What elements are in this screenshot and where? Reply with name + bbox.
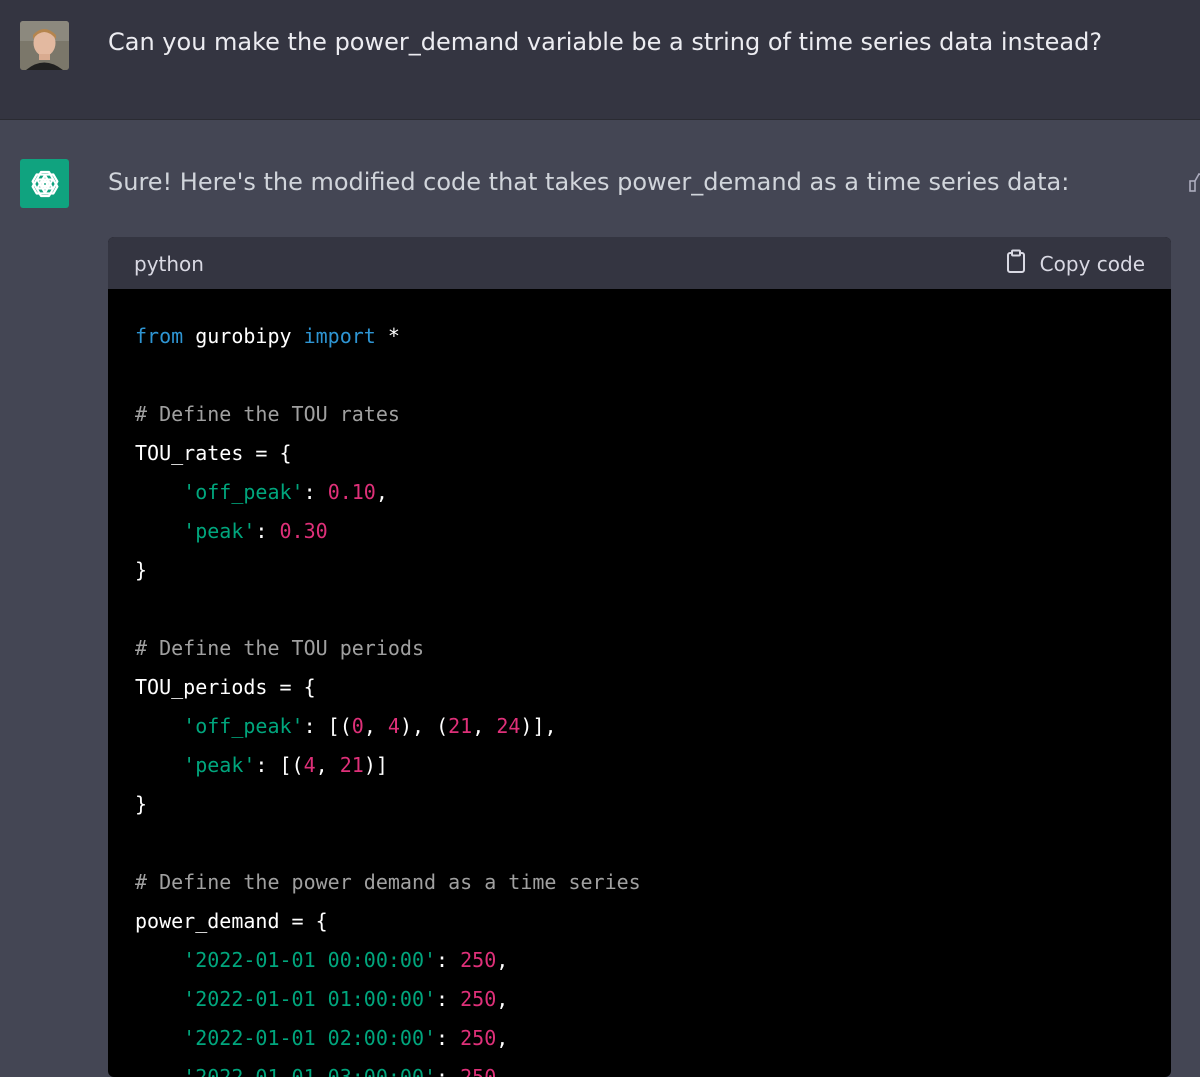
code-line: TOU_rates = {	[135, 441, 292, 465]
code-line: 'off_peak': [(0, 4), (21, 24)],	[183, 714, 557, 738]
code-line: 'off_peak': 0.10,	[183, 480, 388, 504]
code-line: }	[135, 792, 148, 816]
clipboard-icon	[1006, 249, 1026, 278]
code-line: 'peak': [(4, 21)]	[183, 753, 388, 777]
code-comment: # Define the TOU periods	[135, 636, 424, 660]
code-line: TOU_periods = {	[135, 675, 316, 699]
code-block: python Copy code from gurobipy import * …	[108, 237, 1171, 1077]
thumbs-up-icon[interactable]	[1188, 171, 1200, 193]
code-line: '2022-01-01 02:00:00': 250,	[183, 1026, 509, 1050]
code-block-header: python Copy code	[108, 237, 1171, 289]
copy-code-button[interactable]: Copy code	[1006, 249, 1145, 278]
copy-code-label: Copy code	[1039, 251, 1145, 276]
openai-logo-icon	[20, 159, 69, 208]
code-content: from gurobipy import * # Define the TOU …	[108, 289, 1171, 1077]
user-message-row: Can you make the power_demand variable b…	[0, 0, 1200, 120]
code-line: }	[135, 558, 148, 582]
code-comment: # Define the TOU rates	[135, 402, 400, 426]
assistant-message-row: Sure! Here's the modified code that take…	[0, 121, 1200, 1077]
code-line: '2022-01-01 01:00:00': 250,	[183, 987, 509, 1011]
code-language-label: python	[134, 252, 204, 276]
code-line: '2022-01-01 00:00:00': 250,	[183, 948, 509, 972]
user-avatar	[20, 21, 69, 70]
code-line: 'peak': 0.30	[183, 519, 328, 543]
user-message-text: Can you make the power_demand variable b…	[108, 28, 1103, 56]
assistant-intro-text: Sure! Here's the modified code that take…	[108, 168, 1070, 196]
code-line: from gurobipy import *	[135, 324, 400, 348]
code-line: '2022-01-01 03:00:00': 250,	[183, 1065, 509, 1077]
code-comment: # Define the power demand as a time seri…	[135, 870, 641, 894]
code-line: power_demand = {	[135, 909, 328, 933]
